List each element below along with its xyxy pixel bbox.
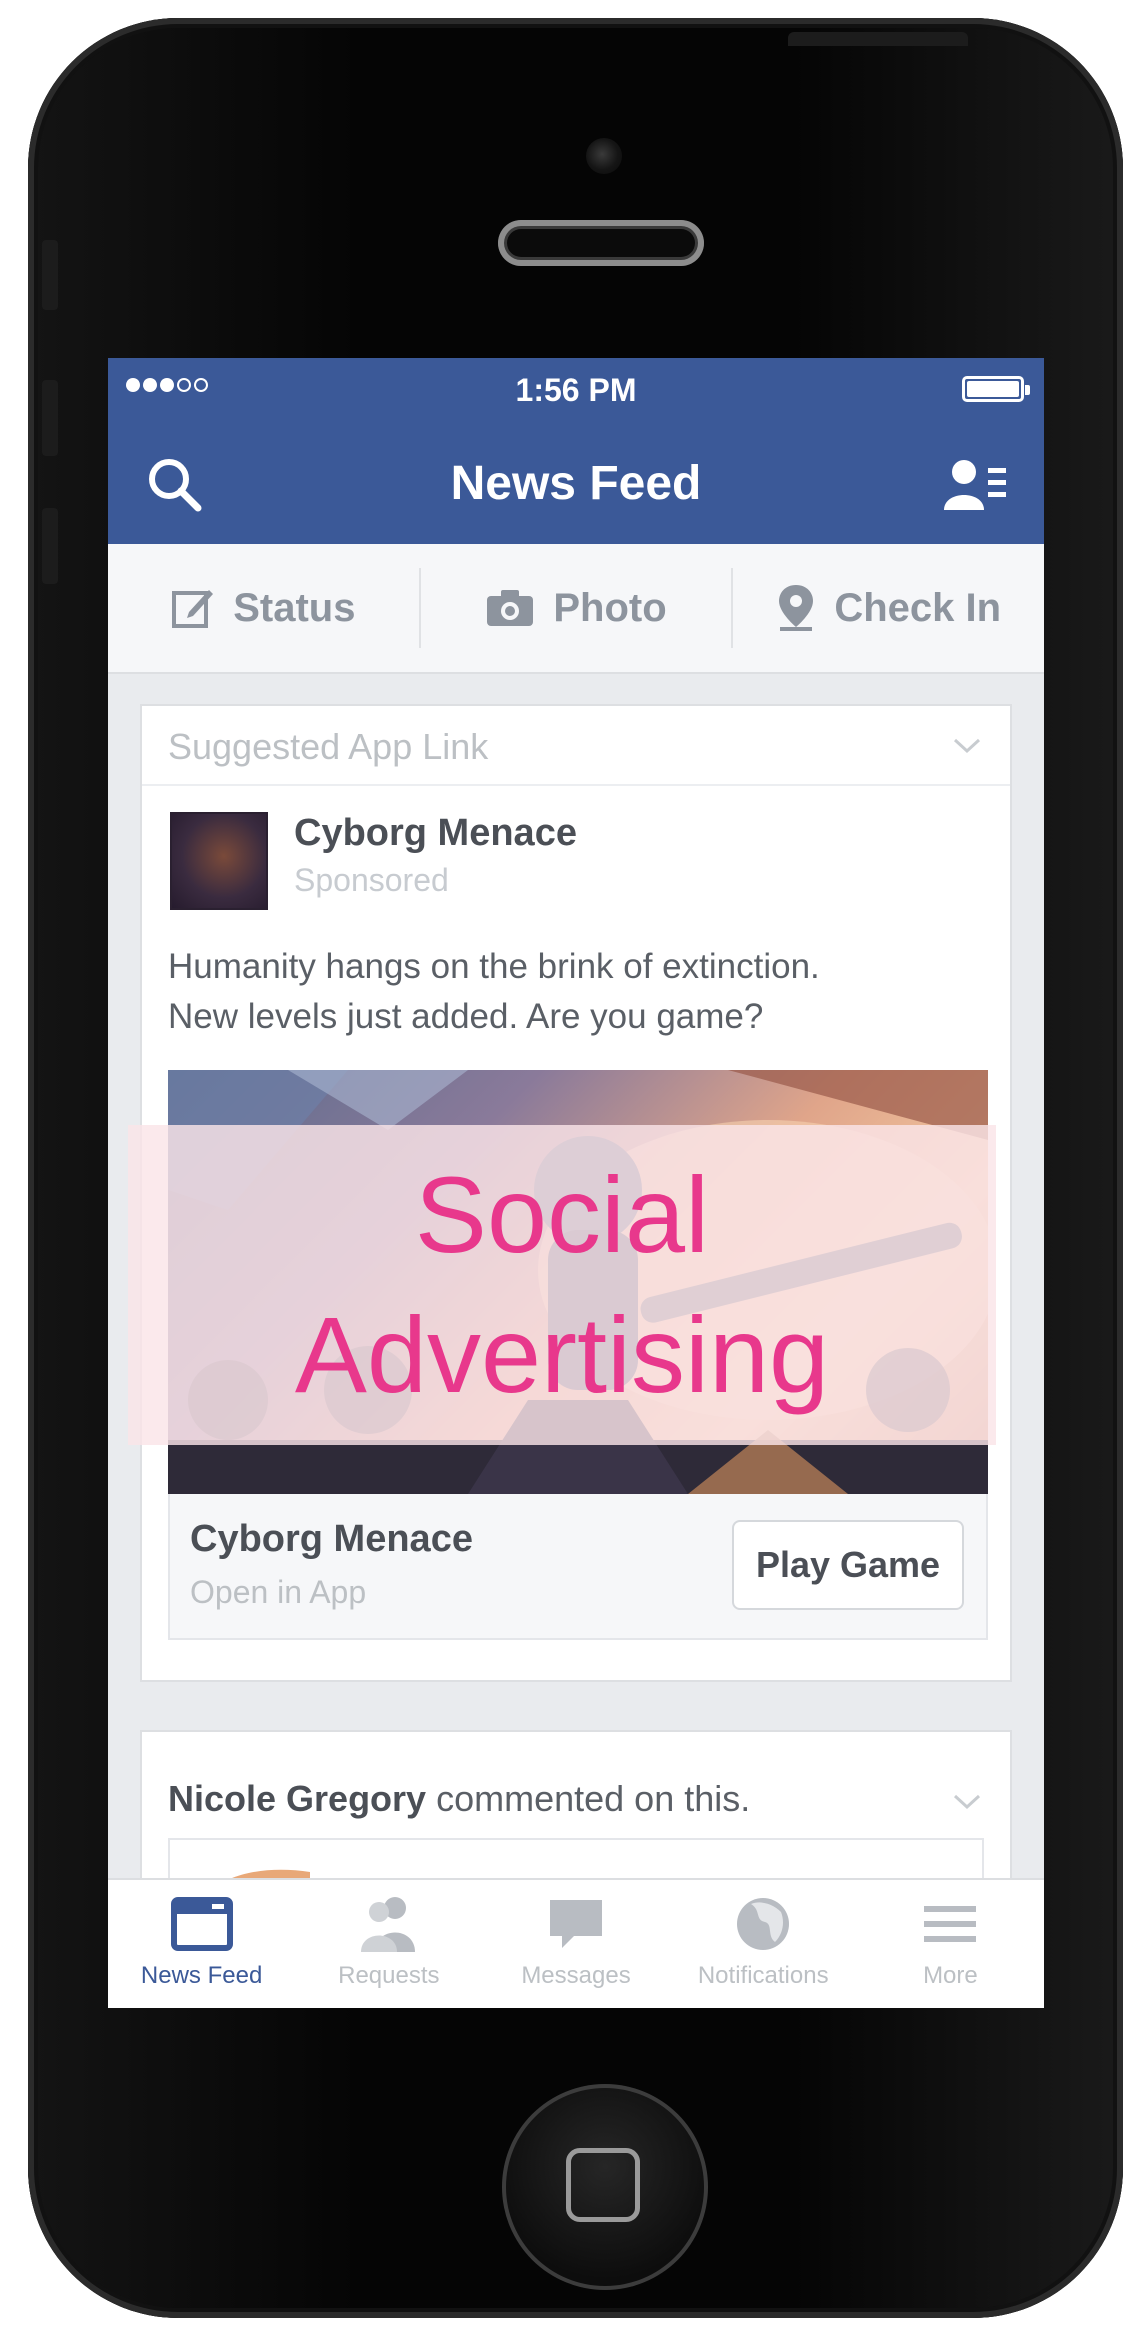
activity-text: Nicole Gregory commented on this.	[168, 1778, 750, 1820]
caption-overlay: Social Advertising	[128, 1125, 996, 1445]
check-in-button[interactable]: Check In	[733, 544, 1044, 672]
tab-label: Messages	[521, 1962, 631, 1989]
camera-icon	[487, 590, 534, 626]
photo-button[interactable]: Photo	[421, 544, 732, 672]
suggested-label: Suggested App Link	[168, 726, 489, 767]
tab-requests[interactable]: Requests	[295, 1880, 482, 2008]
author-name[interactable]: Nicole Gregory	[168, 1778, 426, 1819]
earpiece-speaker	[498, 220, 704, 266]
chevron-down-icon[interactable]	[952, 736, 982, 756]
post-text-line-2: New levels just added. Are you game?	[168, 997, 764, 1036]
nav-bar: News Feed	[108, 420, 1044, 544]
requests-icon	[360, 1897, 415, 1952]
tab-news-feed[interactable]: News Feed	[108, 1880, 295, 2008]
globe-icon	[737, 1898, 790, 1950]
mute-switch	[42, 240, 58, 310]
battery-icon	[962, 376, 1030, 402]
page-name[interactable]: Cyborg Menace	[294, 812, 577, 855]
front-camera	[586, 138, 622, 174]
messages-icon	[550, 1900, 602, 1948]
status-label: Status	[233, 585, 356, 630]
edit-icon	[172, 590, 214, 628]
volume-down-button	[42, 508, 58, 584]
open-in-app-link[interactable]: Open in App	[190, 1574, 366, 1611]
chevron-down-icon[interactable]	[952, 1792, 982, 1812]
tab-more[interactable]: More	[857, 1880, 1044, 2008]
menu-icon	[924, 1906, 977, 1942]
power-button	[788, 32, 968, 46]
page-title: News Feed	[450, 457, 702, 510]
check-in-label: Check In	[834, 585, 1002, 630]
app-link-footer: Cyborg Menace Open in App Play Game	[168, 1494, 988, 1640]
tab-label: More	[923, 1962, 978, 1989]
tab-messages[interactable]: Messages	[482, 1880, 669, 2008]
play-game-button[interactable]: Play Game	[732, 1520, 964, 1610]
avatar[interactable]	[170, 812, 268, 910]
tab-label: Notifications	[697, 1962, 829, 1989]
tab-label: Requests	[338, 1962, 440, 1989]
card-header: Suggested App Link	[142, 706, 1010, 786]
post-text: Humanity hangs on the brink of extinctio…	[168, 942, 988, 1042]
home-button[interactable]	[502, 2084, 708, 2290]
tab-notifications[interactable]: Notifications	[670, 1880, 857, 2008]
news-feed-icon	[170, 1897, 233, 1951]
post-text-line-1: Humanity hangs on the brink of extinctio…	[168, 947, 820, 986]
home-square-icon	[566, 2148, 640, 2222]
sponsored-label: Sponsored	[294, 862, 449, 898]
caption-line-2: Advertising	[294, 1294, 830, 1415]
caption-line-1: Social	[414, 1154, 710, 1275]
location-pin-icon	[779, 585, 814, 631]
composer-bar: Status Photo Check In	[108, 544, 1044, 674]
tab-label: News Feed	[140, 1962, 263, 1989]
activity-action: commented on this.	[426, 1778, 751, 1819]
status-bar: 1:56 PM	[108, 358, 1044, 420]
photo-label: Photo	[553, 585, 667, 630]
app-title: Cyborg Menace	[190, 1518, 473, 1560]
volume-up-button	[42, 380, 58, 456]
status-time: 1:56 PM	[515, 372, 637, 408]
tab-bar: News Feed Requests Messages Notification…	[108, 1878, 1044, 2008]
status-button[interactable]: Status	[108, 544, 419, 672]
friends-list-icon[interactable]	[944, 454, 1008, 514]
